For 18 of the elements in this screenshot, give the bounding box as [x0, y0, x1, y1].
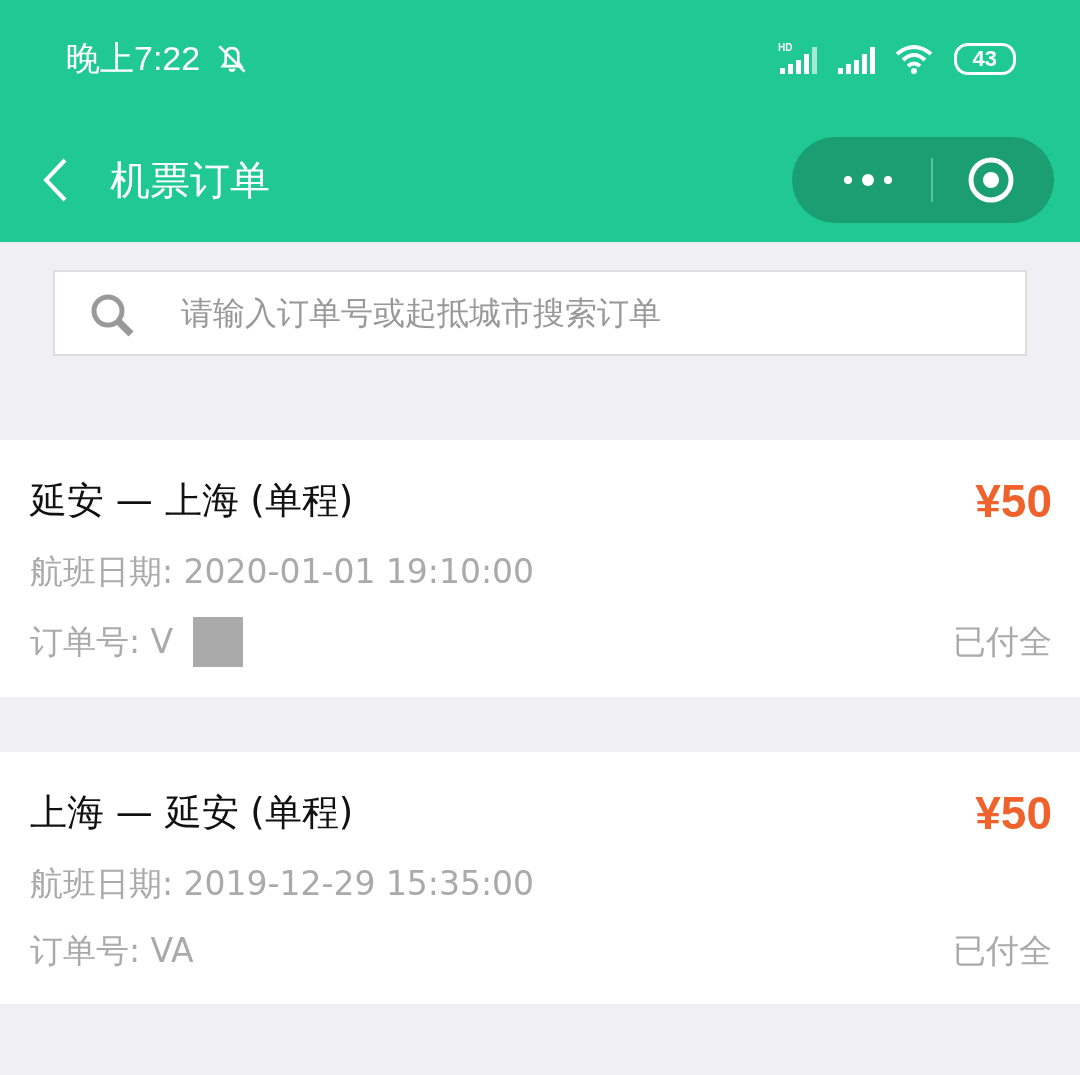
route-text: 上海 — 延安 (单程) [30, 790, 354, 836]
order-card[interactable]: 延安 — 上海 (单程) ¥50 航班日期: 2020-01-01 19:10:00 订单号: V 已付全 [0, 440, 1080, 697]
price-text: ¥50 [975, 786, 1052, 840]
order-number-text: 订单号: V [30, 620, 174, 663]
order-card[interactable]: 上海 — 延安 (单程) ¥50 航班日期: 2019-12-29 15:35:00 订单号: VA 已付全 [0, 752, 1080, 1004]
search-field[interactable]: 请输入订单号或起抵城市搜索订单 [53, 270, 1027, 356]
status-time: 晚上7:22 [66, 38, 201, 79]
route-text: 延安 — 上海 (单程) [30, 478, 354, 524]
flight-date-text: 航班日期: 2020-01-01 19:10:00 [30, 551, 535, 593]
payment-status-text: 已付全 [953, 930, 1052, 972]
flight-date-text: 航班日期: 2019-12-29 15:35:00 [30, 863, 535, 905]
search-icon [89, 292, 135, 338]
battery-indicator: 43 [953, 43, 1016, 75]
price-text: ¥50 [975, 474, 1052, 528]
page-title: 机票订单 [110, 155, 271, 205]
wifi-icon [893, 42, 934, 76]
order-number-text: 订单号: VA [30, 930, 194, 972]
payment-status-text: 已付全 [953, 620, 1052, 663]
